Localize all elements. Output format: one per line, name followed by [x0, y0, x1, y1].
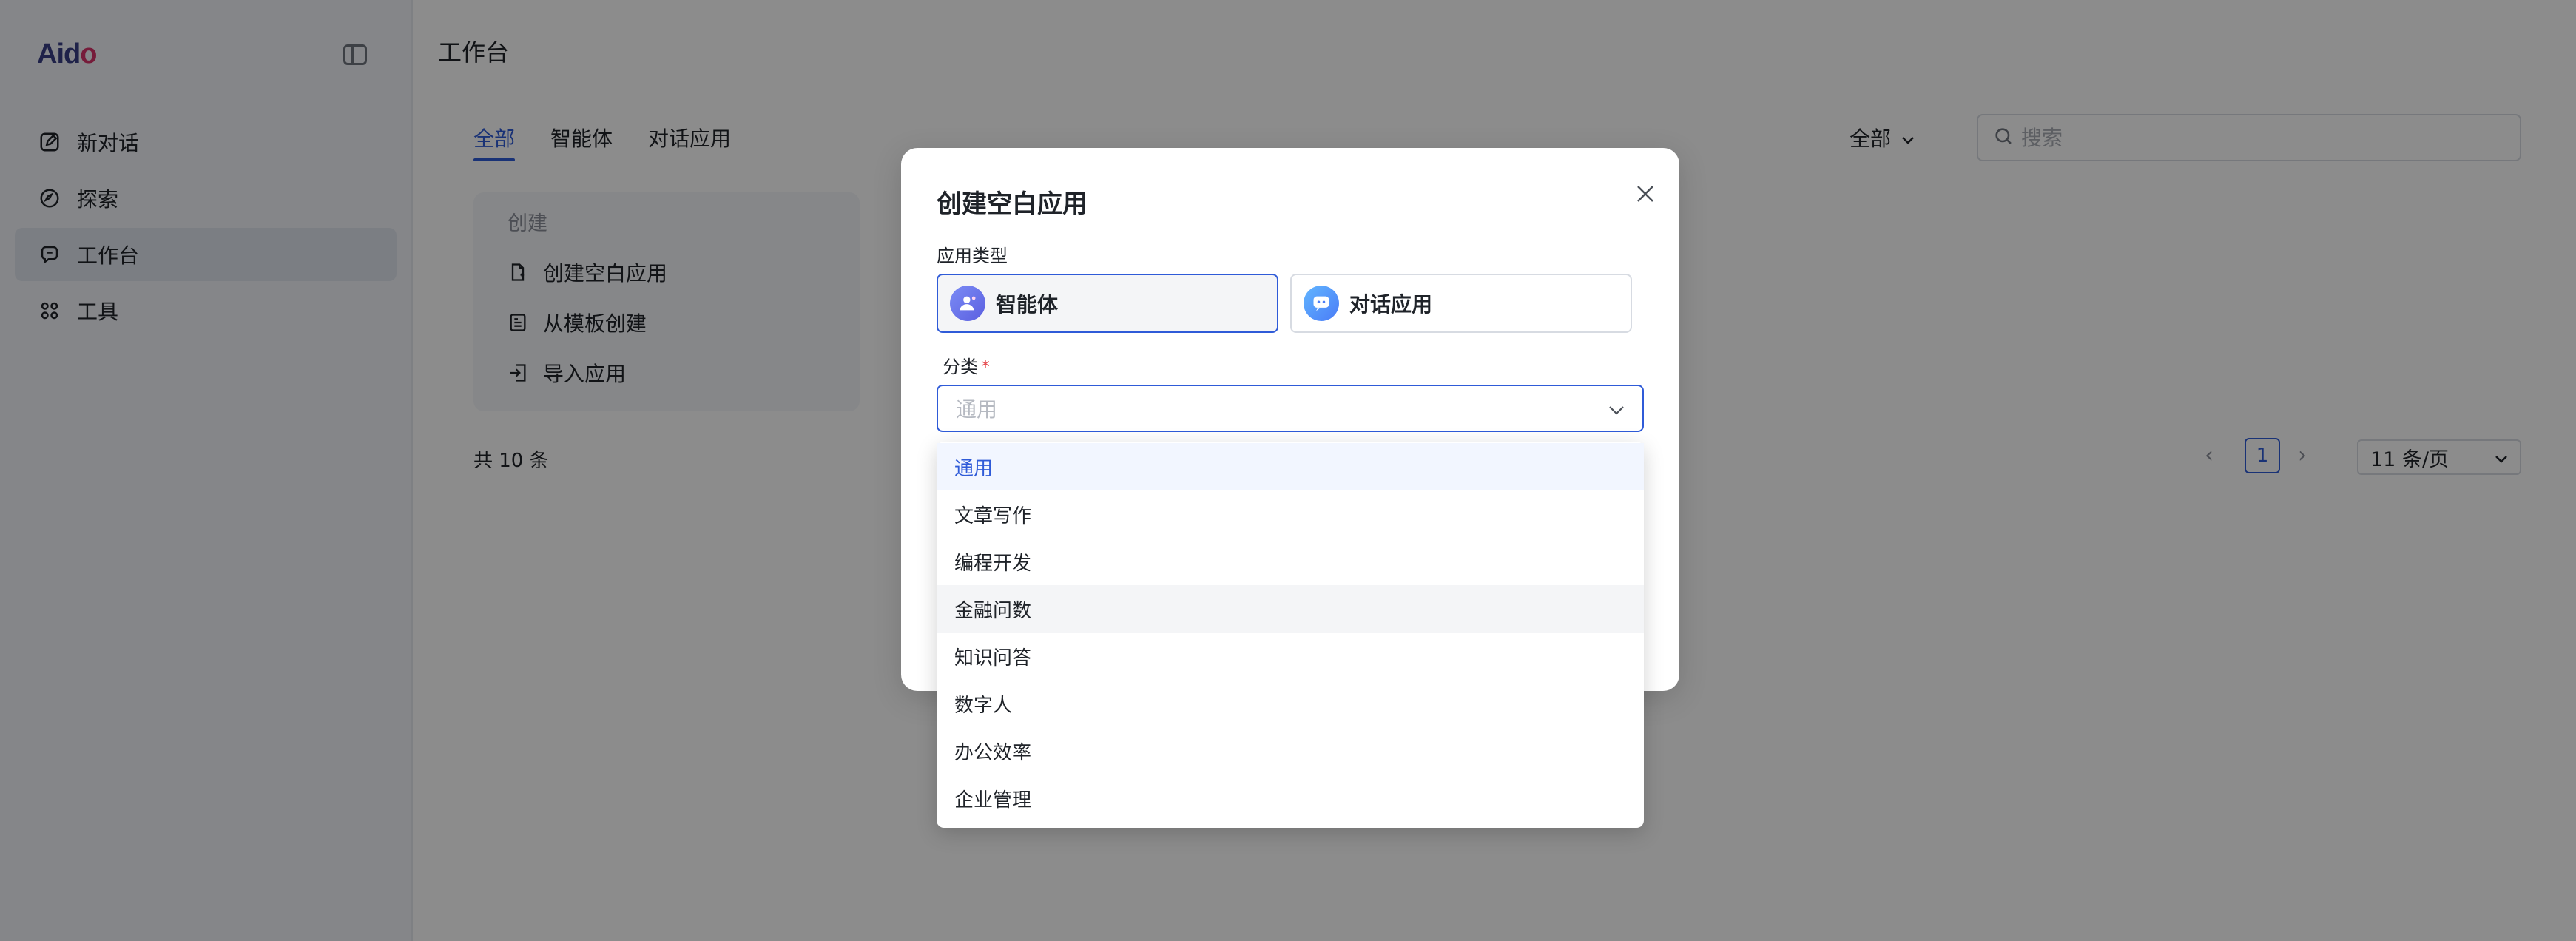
type-option-chat-app[interactable]: 对话应用	[1290, 274, 1632, 333]
type-option-label: 对话应用	[1349, 292, 1433, 317]
dropdown-option-knowledge-qa[interactable]: 知识问答	[937, 633, 1644, 680]
category-select[interactable]: 通用	[937, 385, 1644, 432]
category-dropdown-menu: 通用 文章写作 编程开发 金融问数 知识问答 数字人 办公效率 企业管理	[937, 442, 1644, 828]
agent-avatar-icon	[950, 286, 985, 321]
dropdown-option-enterprise[interactable]: 企业管理	[937, 775, 1644, 822]
category-select-placeholder: 通用	[956, 397, 998, 422]
category-label-text: 分类	[943, 357, 978, 377]
chat-avatar-icon	[1304, 286, 1339, 321]
dropdown-option-programming[interactable]: 编程开发	[937, 538, 1644, 585]
dropdown-option-finance[interactable]: 金融问数	[937, 585, 1644, 633]
type-option-agent[interactable]: 智能体	[937, 274, 1278, 333]
dropdown-option-office[interactable]: 办公效率	[937, 727, 1644, 775]
type-option-label: 智能体	[996, 292, 1059, 317]
modal-title: 创建空白应用	[937, 189, 1088, 219]
required-mark: *	[981, 357, 990, 377]
chevron-down-icon	[1608, 397, 1625, 421]
close-icon[interactable]	[1626, 175, 1665, 213]
category-label: 分类 *	[943, 352, 990, 378]
app-type-label: 应用类型	[937, 246, 1008, 266]
dropdown-option-general[interactable]: 通用	[937, 443, 1644, 490]
dropdown-option-writing[interactable]: 文章写作	[937, 490, 1644, 538]
dropdown-option-digital-human[interactable]: 数字人	[937, 680, 1644, 727]
